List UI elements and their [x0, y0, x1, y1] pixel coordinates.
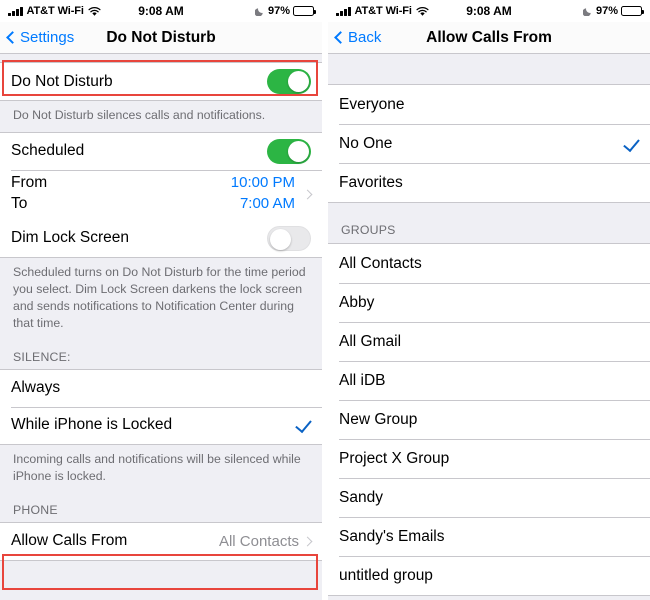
row-everyone[interactable]: Everyone	[328, 85, 650, 124]
group-label: All Contacts	[339, 254, 422, 272]
group-label: All Gmail	[339, 332, 402, 350]
checkmark-icon	[298, 415, 311, 435]
from-label: From	[11, 173, 48, 191]
back-button-settings[interactable]: Settings	[6, 29, 75, 46]
to-value: 7:00 AM	[239, 194, 295, 212]
to-label: To	[11, 194, 28, 212]
scheduled-footer: Scheduled turns on Do Not Disturb for th…	[0, 257, 322, 340]
status-bar-right-group: 97%	[254, 5, 316, 17]
moon-icon	[582, 6, 593, 17]
spacer-top-left	[0, 54, 322, 62]
right-content: Everyone No One Favorites GROUPS All Con…	[328, 54, 650, 600]
spacer-top-right	[328, 54, 650, 84]
group-label: Sandy's Emails	[339, 527, 445, 545]
row-allow-calls-from[interactable]: Allow Calls From All Contacts	[0, 522, 322, 560]
chevron-right-icon	[302, 536, 313, 547]
wifi-icon	[416, 6, 429, 17]
do-not-disturb-toggle[interactable]	[267, 69, 311, 94]
chevron-left-icon	[6, 31, 19, 44]
everyone-label: Everyone	[339, 95, 405, 113]
group-label: Abby	[339, 293, 375, 311]
row-scheduled[interactable]: Scheduled	[0, 132, 322, 170]
nav-bar-left: Settings Do Not Disturb	[0, 22, 322, 54]
scheduled-group: Scheduled From 10:00 PM To 7:00 AM Dim L…	[0, 131, 322, 258]
battery-percent-label: 97%	[267, 5, 290, 17]
favorites-label: Favorites	[339, 173, 403, 191]
silence-always-label: Always	[11, 379, 61, 397]
do-not-disturb-footer: Do Not Disturb silences calls and notifi…	[0, 101, 322, 132]
group-label: New Group	[339, 410, 418, 428]
from-to-lines: From 10:00 PM To 7:00 AM	[11, 174, 295, 216]
groups-list: All Contacts Abby All Gmail All iDB New …	[328, 243, 650, 596]
row-group-project-x-group[interactable]: Project X Group	[328, 439, 650, 478]
scheduled-toggle[interactable]	[267, 138, 311, 164]
battery-icon	[293, 6, 316, 16]
do-not-disturb-label: Do Not Disturb	[11, 72, 113, 90]
cellular-signal-icon	[336, 6, 351, 16]
left-screen-do-not-disturb: AT&T Wi-Fi 9:08 AM 97% Settings Do Not D…	[0, 0, 322, 600]
status-bar-right-group: 97%	[582, 5, 644, 17]
primary-options-group: Everyone No One Favorites	[328, 84, 650, 203]
cellular-signal-icon	[8, 6, 23, 16]
dim-lock-screen-toggle[interactable]	[267, 225, 311, 251]
silence-footer: Incoming calls and notifications will be…	[0, 444, 322, 493]
status-bar-left-group: AT&T Wi-Fi	[336, 5, 429, 17]
scheduled-label: Scheduled	[11, 142, 85, 160]
status-bar-left: AT&T Wi-Fi 9:08 AM 97%	[0, 0, 322, 22]
battery-percent-label: 97%	[595, 5, 618, 17]
phone-section-header: PHONE	[0, 492, 322, 522]
row-group-all-gmail[interactable]: All Gmail	[328, 322, 650, 361]
silence-group: Always While iPhone is Locked	[0, 368, 322, 445]
row-do-not-disturb[interactable]: Do Not Disturb	[0, 63, 322, 100]
row-favorites[interactable]: Favorites	[328, 163, 650, 202]
phone-group: Allow Calls From All Contacts	[0, 521, 322, 561]
group-label: Sandy	[339, 488, 383, 506]
left-content: Do Not Disturb Do Not Disturb silences c…	[0, 54, 322, 600]
nav-bar-right: Back Allow Calls From	[328, 22, 650, 54]
row-dim-lock-screen[interactable]: Dim Lock Screen	[0, 219, 322, 257]
status-bar-right: AT&T Wi-Fi 9:08 AM 97%	[328, 0, 650, 22]
carrier-label: AT&T Wi-Fi	[354, 5, 412, 17]
row-group-sandy[interactable]: Sandy	[328, 478, 650, 517]
checkmark-icon	[626, 134, 639, 154]
silence-section-header: SILENCE:	[0, 339, 322, 369]
back-button[interactable]: Back	[334, 29, 382, 46]
back-button-label: Settings	[20, 29, 75, 46]
row-group-new-group[interactable]: New Group	[328, 400, 650, 439]
row-group-untitled-group[interactable]: untitled group	[328, 556, 650, 595]
from-line: From 10:00 PM	[11, 174, 295, 195]
dual-screenshot-container: AT&T Wi-Fi 9:08 AM 97% Settings Do Not D…	[0, 0, 650, 600]
row-group-abby[interactable]: Abby	[328, 283, 650, 322]
moon-icon	[254, 6, 265, 17]
row-silence-while-locked[interactable]: While iPhone is Locked	[0, 406, 322, 444]
right-screen-allow-calls-from: AT&T Wi-Fi 9:08 AM 97% Back Allow Calls …	[328, 0, 650, 600]
do-not-disturb-group: Do Not Disturb	[0, 62, 322, 101]
back-button-label: Back	[348, 29, 382, 46]
row-from-to[interactable]: From 10:00 PM To 7:00 AM	[0, 169, 322, 220]
battery-icon	[621, 6, 644, 16]
row-silence-always[interactable]: Always	[0, 369, 322, 407]
row-group-all-contacts[interactable]: All Contacts	[328, 244, 650, 283]
row-no-one[interactable]: No One	[328, 124, 650, 163]
groups-section-header: GROUPS	[328, 203, 650, 243]
chevron-left-icon	[334, 31, 347, 44]
silence-while-locked-label: While iPhone is Locked	[11, 416, 173, 434]
to-line: To 7:00 AM	[11, 195, 295, 216]
allow-calls-from-label: Allow Calls From	[11, 532, 128, 550]
wifi-icon	[88, 6, 101, 17]
row-group-sandys-emails[interactable]: Sandy's Emails	[328, 517, 650, 556]
no-one-label: No One	[339, 134, 393, 152]
group-label: Project X Group	[339, 449, 450, 467]
from-value: 10:00 PM	[230, 173, 295, 191]
group-label: untitled group	[339, 566, 433, 584]
status-bar-left-group: AT&T Wi-Fi	[8, 5, 101, 17]
allow-calls-from-value: All Contacts	[218, 532, 299, 550]
chevron-right-icon	[302, 190, 313, 200]
carrier-label: AT&T Wi-Fi	[26, 5, 84, 17]
dim-lock-screen-label: Dim Lock Screen	[11, 229, 130, 247]
row-group-all-idb[interactable]: All iDB	[328, 361, 650, 400]
group-label: All iDB	[339, 371, 386, 389]
